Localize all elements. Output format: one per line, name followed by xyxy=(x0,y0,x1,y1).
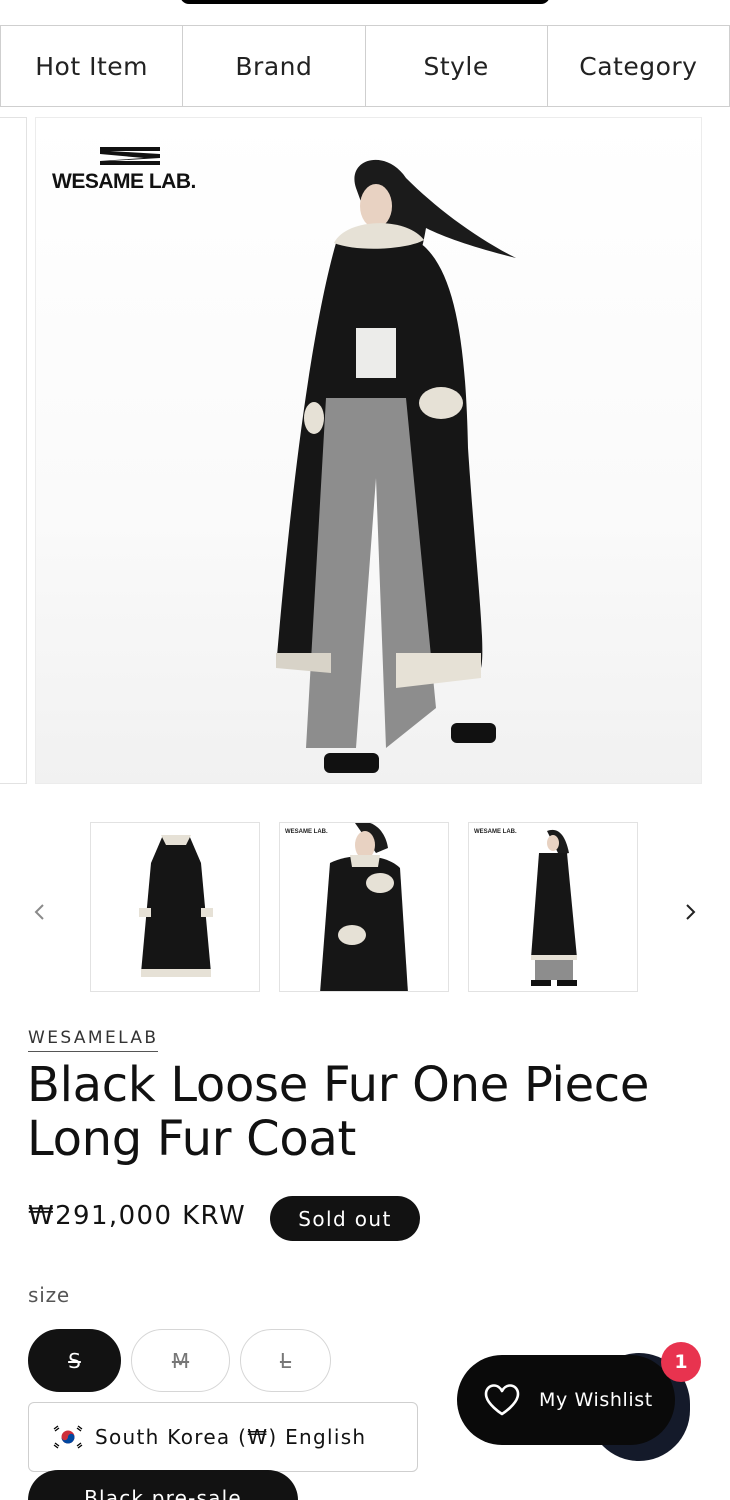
size-option-l[interactable]: L xyxy=(240,1329,331,1392)
wishlist-count-badge: 1 xyxy=(661,1342,701,1382)
heart-icon xyxy=(484,1384,520,1416)
thumbnail-2[interactable]: WESAME LAB. xyxy=(279,822,449,992)
chevron-left-icon[interactable] xyxy=(30,902,50,922)
wishlist-button[interactable]: My Wishlist xyxy=(457,1355,675,1445)
thumbnail-carousel: WESAME LAB. WESAME LAB. xyxy=(0,822,730,992)
size-option-label: S xyxy=(68,1348,81,1373)
top-bar-handle xyxy=(180,0,550,4)
thumbnail-brand-logo: WESAME LAB. xyxy=(474,829,517,835)
model-photo xyxy=(276,159,516,773)
thumbnail-coat-image xyxy=(139,835,213,977)
thumbnail-1[interactable] xyxy=(90,822,260,992)
sold-out-badge: Sold out xyxy=(270,1196,420,1241)
thumbnail-brand-logo: WESAME LAB. xyxy=(285,829,328,835)
chevron-right-icon[interactable] xyxy=(680,902,700,922)
nav-style[interactable]: Style xyxy=(364,26,547,106)
size-option-s[interactable]: S xyxy=(28,1329,121,1392)
product-vendor: WESAMELAB xyxy=(28,1028,159,1052)
previous-slide-edge[interactable] xyxy=(0,117,27,784)
nav-brand[interactable]: Brand xyxy=(182,26,364,106)
locale-text: South Korea (₩) English xyxy=(95,1425,367,1449)
size-label: size xyxy=(28,1283,70,1307)
thumbnail-full-body-image xyxy=(531,829,577,986)
locale-selector[interactable]: South Korea (₩) English xyxy=(28,1402,418,1472)
thumbnail-model-closeup-image xyxy=(320,823,408,991)
size-option-m[interactable]: M xyxy=(131,1329,230,1392)
thumbnail-3[interactable]: WESAME LAB. xyxy=(468,822,638,992)
category-nav: Hot Item Brand Style Category xyxy=(0,25,730,107)
brand-logo-text: WESAME LAB. xyxy=(52,170,196,193)
nav-hot-item[interactable]: Hot Item xyxy=(0,26,182,106)
size-option-label: L xyxy=(279,1348,292,1373)
pre-sale-button[interactable]: Black pre-sale xyxy=(28,1470,298,1500)
product-main-image[interactable]: WESAME LAB. xyxy=(35,117,702,784)
brand-logo-mark xyxy=(100,147,160,165)
south-korea-flag-icon xyxy=(51,1424,85,1450)
size-option-label: M xyxy=(171,1348,190,1373)
brand-logo: WESAME LAB. xyxy=(52,144,222,200)
product-price: ₩291,000 KRW xyxy=(28,1201,247,1231)
nav-category[interactable]: Category xyxy=(546,26,730,106)
wishlist-label: My Wishlist xyxy=(539,1389,653,1411)
product-title: Black Loose Fur One Piece Long Fur Coat xyxy=(27,1057,650,1167)
